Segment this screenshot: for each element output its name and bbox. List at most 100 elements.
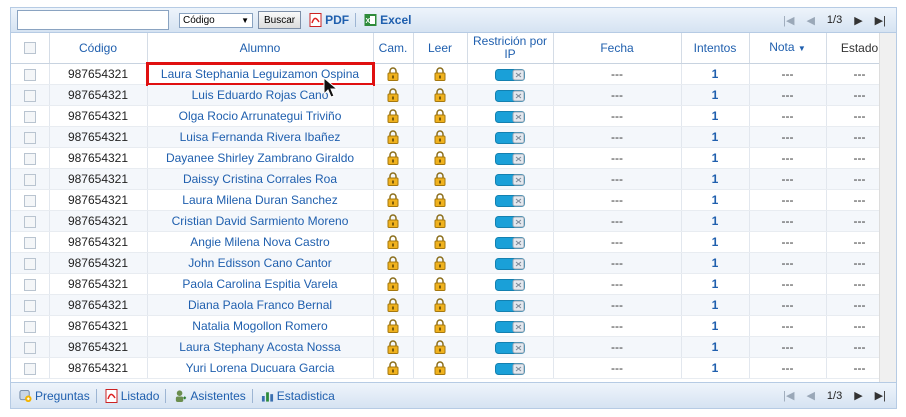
cell-cam[interactable] [373, 210, 414, 232]
cell-leer[interactable] [413, 231, 468, 253]
cell-intentos[interactable]: 1 [681, 336, 750, 358]
cell-intentos[interactable]: 1 [681, 315, 750, 337]
cell-restriccion-ip[interactable] [467, 105, 554, 127]
export-excel-button[interactable]: X Excel [364, 13, 411, 27]
row-checkbox[interactable] [23, 89, 36, 102]
cell-leer[interactable] [413, 189, 468, 211]
cell-leer[interactable] [413, 273, 468, 295]
cell-cam[interactable] [373, 294, 414, 316]
vertical-scrollbar[interactable] [879, 33, 896, 382]
student-name-link[interactable]: Angie Milena Nova Castro [190, 235, 329, 249]
table-row[interactable]: 987654321 Dayanee Shirley Zambrano Girald… [11, 147, 894, 169]
row-checkbox[interactable] [23, 152, 36, 165]
cell-restriccion-ip[interactable] [467, 357, 554, 379]
column-intentos[interactable]: Intentos [681, 33, 750, 64]
listado-button[interactable]: Listado [105, 388, 159, 403]
ip-toggle-icon[interactable] [495, 236, 525, 249]
cell-restriccion-ip[interactable] [467, 252, 554, 274]
table-row[interactable]: 987654321 Yuri Lorena Ducuara Garcia --- 1-… [11, 357, 894, 379]
next-page-icon[interactable]: ▶ [854, 389, 862, 402]
student-name-link[interactable]: Luisa Fernanda Rivera Ibañez [180, 130, 341, 144]
cell-cam[interactable] [373, 252, 414, 274]
table-row[interactable]: 987654321 Laura Stephania Leguizamon Ospi… [11, 62, 894, 86]
cell-intentos[interactable]: 1 [681, 189, 750, 211]
student-name-link[interactable]: Cristian David Sarmiento Moreno [172, 214, 349, 228]
row-checkbox[interactable] [23, 68, 36, 81]
ip-toggle-icon[interactable] [495, 194, 525, 207]
ip-toggle-icon[interactable] [495, 152, 525, 165]
ip-toggle-icon[interactable] [495, 278, 525, 291]
cell-leer[interactable] [413, 168, 468, 190]
cell-cam[interactable] [373, 231, 414, 253]
cell-intentos[interactable]: 1 [681, 105, 750, 127]
student-name-link[interactable]: Paola Carolina Espitia Varela [182, 277, 337, 291]
ip-toggle-icon[interactable] [495, 89, 525, 102]
student-name-link[interactable]: Diana Paola Franco Bernal [188, 298, 332, 312]
student-name-link[interactable]: Olga Rocio Arrunategui Triviño [179, 109, 342, 123]
student-name-link[interactable]: Luis Eduardo Rojas Cano [192, 88, 329, 102]
ip-toggle-icon[interactable] [495, 131, 525, 144]
column-nota[interactable]: Nota ▼ [749, 33, 827, 64]
table-row[interactable]: 987654321 Daissy Cristina Corrales Roa ---… [11, 168, 894, 190]
estadistica-button[interactable]: Estadistica [261, 389, 335, 403]
row-checkbox[interactable] [23, 110, 36, 123]
cell-cam[interactable] [373, 336, 414, 358]
cell-intentos[interactable]: 1 [681, 126, 750, 148]
column-fecha[interactable]: Fecha [553, 33, 682, 64]
last-page-icon[interactable]: ▶| [875, 14, 886, 27]
cell-leer[interactable] [413, 315, 468, 337]
first-page-icon[interactable]: |◀ [783, 14, 794, 27]
cell-intentos[interactable]: 1 [681, 273, 750, 295]
cell-cam[interactable] [373, 273, 414, 295]
ip-toggle-icon[interactable] [495, 320, 525, 333]
column-leer[interactable]: Leer [413, 33, 468, 64]
table-row[interactable]: 987654321 John Edisson Cano Cantor --- 1 ---… [11, 252, 894, 274]
cell-restriccion-ip[interactable] [467, 231, 554, 253]
cell-leer[interactable] [413, 126, 468, 148]
next-page-icon[interactable]: ▶ [854, 14, 862, 27]
cell-restriccion-ip[interactable] [467, 210, 554, 232]
student-name-link[interactable]: Laura Milena Duran Sanchez [182, 193, 337, 207]
cell-leer[interactable] [413, 336, 468, 358]
search-button[interactable]: Buscar [258, 11, 302, 29]
table-row[interactable]: 987654321 Paola Carolina Espitia Varela --… [11, 273, 894, 295]
student-name-link[interactable]: Daissy Cristina Corrales Roa [183, 172, 337, 186]
cell-intentos[interactable]: 1 [681, 147, 750, 169]
row-checkbox[interactable] [23, 173, 36, 186]
column-cam[interactable]: Cam. [373, 33, 414, 64]
row-checkbox[interactable] [23, 236, 36, 249]
cell-cam[interactable] [373, 126, 414, 148]
student-name-link[interactable]: Dayanee Shirley Zambrano Giraldo [166, 151, 354, 165]
cell-intentos[interactable]: 1 [681, 294, 750, 316]
cell-restriccion-ip[interactable] [467, 147, 554, 169]
cell-intentos[interactable]: 1 [681, 357, 750, 379]
row-checkbox[interactable] [23, 131, 36, 144]
cell-leer[interactable] [413, 294, 468, 316]
cell-cam[interactable] [373, 147, 414, 169]
ip-toggle-icon[interactable] [495, 341, 525, 354]
table-row[interactable]: 987654321 Laura Stephany Acosta Nossa --- 1… [11, 336, 894, 358]
student-name-link[interactable]: Laura Stephany Acosta Nossa [179, 340, 340, 354]
ip-toggle-icon[interactable] [495, 173, 525, 186]
last-page-icon[interactable]: ▶| [875, 389, 886, 402]
cell-intentos[interactable]: 1 [681, 84, 750, 106]
cell-cam[interactable] [373, 105, 414, 127]
cell-intentos[interactable]: 1 [681, 210, 750, 232]
cell-cam[interactable] [373, 168, 414, 190]
cell-intentos[interactable]: 1 [681, 231, 750, 253]
table-row[interactable]: 987654321 Cristian David Sarmiento Moreno… [11, 210, 894, 232]
cell-intentos[interactable]: 1 [681, 63, 750, 85]
cell-leer[interactable] [413, 105, 468, 127]
cell-intentos[interactable]: 1 [681, 168, 750, 190]
row-checkbox[interactable] [23, 257, 36, 270]
cell-restriccion-ip[interactable] [467, 189, 554, 211]
row-checkbox[interactable] [23, 362, 36, 375]
cell-leer[interactable] [413, 84, 468, 106]
cell-cam[interactable] [373, 63, 414, 85]
cell-restriccion-ip[interactable] [467, 63, 554, 85]
search-input[interactable] [17, 10, 169, 30]
table-row[interactable]: 987654321 Laura Milena Duran Sanchez --- 1-… [11, 189, 894, 211]
table-row[interactable]: 987654321 Olga Rocio Arrunategui Triviño -… [11, 105, 894, 127]
column-restriccion-ip[interactable]: Restrición por IP [467, 33, 554, 64]
prev-page-icon[interactable]: ◀ [806, 389, 814, 402]
